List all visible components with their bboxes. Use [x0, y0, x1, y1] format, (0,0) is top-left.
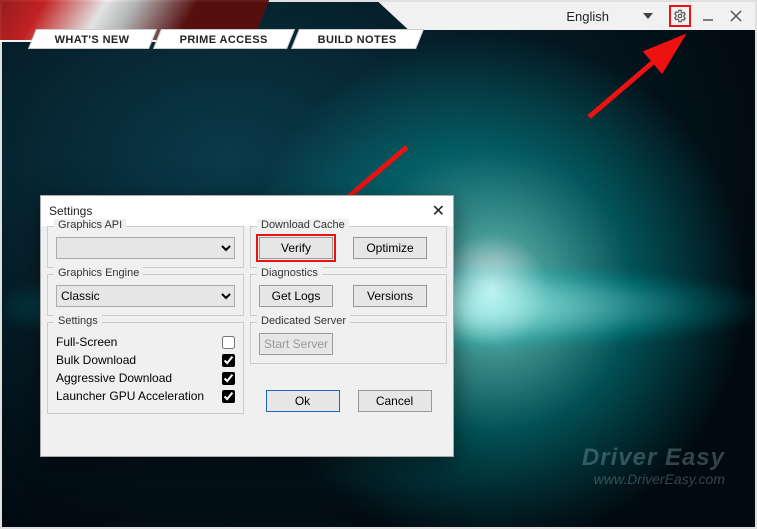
full-screen-checkbox[interactable]: [222, 336, 235, 349]
group-settings: Settings Full-Screen Bulk Download Aggre…: [47, 322, 244, 414]
close-icon[interactable]: [725, 5, 747, 27]
tab-build-notes[interactable]: BUILD NOTES: [291, 29, 424, 49]
tab-prime-access[interactable]: PRIME ACCESS: [153, 29, 295, 49]
minimize-icon[interactable]: [697, 5, 719, 27]
setting-full-screen[interactable]: Full-Screen: [56, 333, 235, 351]
setting-bulk-download[interactable]: Bulk Download: [56, 351, 235, 369]
gear-icon[interactable]: [669, 5, 691, 27]
group-download-cache: Download Cache Verify Optimize: [250, 226, 447, 268]
launcher-gpu-checkbox[interactable]: [222, 390, 235, 403]
group-graphics-engine: Graphics Engine Classic: [47, 274, 244, 316]
language-selector-label[interactable]: English: [558, 9, 637, 24]
verify-button[interactable]: Verify: [259, 237, 333, 259]
get-logs-button[interactable]: Get Logs: [259, 285, 333, 307]
setting-aggressive-download[interactable]: Aggressive Download: [56, 369, 235, 387]
bulk-download-checkbox[interactable]: [222, 354, 235, 367]
aggressive-download-checkbox[interactable]: [222, 372, 235, 385]
group-dedicated-server: Dedicated Server Start Server: [250, 322, 447, 364]
ok-button[interactable]: Ok: [266, 390, 340, 412]
versions-button[interactable]: Versions: [353, 285, 427, 307]
start-server-button: Start Server: [259, 333, 333, 355]
dialog-title: Settings: [49, 204, 92, 218]
settings-dialog: Settings ✕ Graphics API Graphics Engine …: [40, 195, 454, 457]
tab-whats-new[interactable]: WHAT'S NEW: [28, 29, 157, 49]
optimize-button[interactable]: Optimize: [353, 237, 427, 259]
dialog-actions: Ok Cancel: [250, 382, 447, 414]
group-graphics-api: Graphics API: [47, 226, 244, 268]
group-diagnostics: Diagnostics Get Logs Versions: [250, 274, 447, 316]
cancel-button[interactable]: Cancel: [358, 390, 432, 412]
dialog-close-icon[interactable]: ✕: [432, 201, 445, 221]
graphics-engine-select[interactable]: Classic: [56, 285, 235, 307]
nav-tabs: WHAT'S NEW PRIME ACCESS BUILD NOTES: [32, 29, 420, 49]
setting-launcher-gpu[interactable]: Launcher GPU Acceleration: [56, 387, 235, 405]
chevron-down-icon[interactable]: [643, 13, 653, 19]
graphics-api-select[interactable]: [56, 237, 235, 259]
